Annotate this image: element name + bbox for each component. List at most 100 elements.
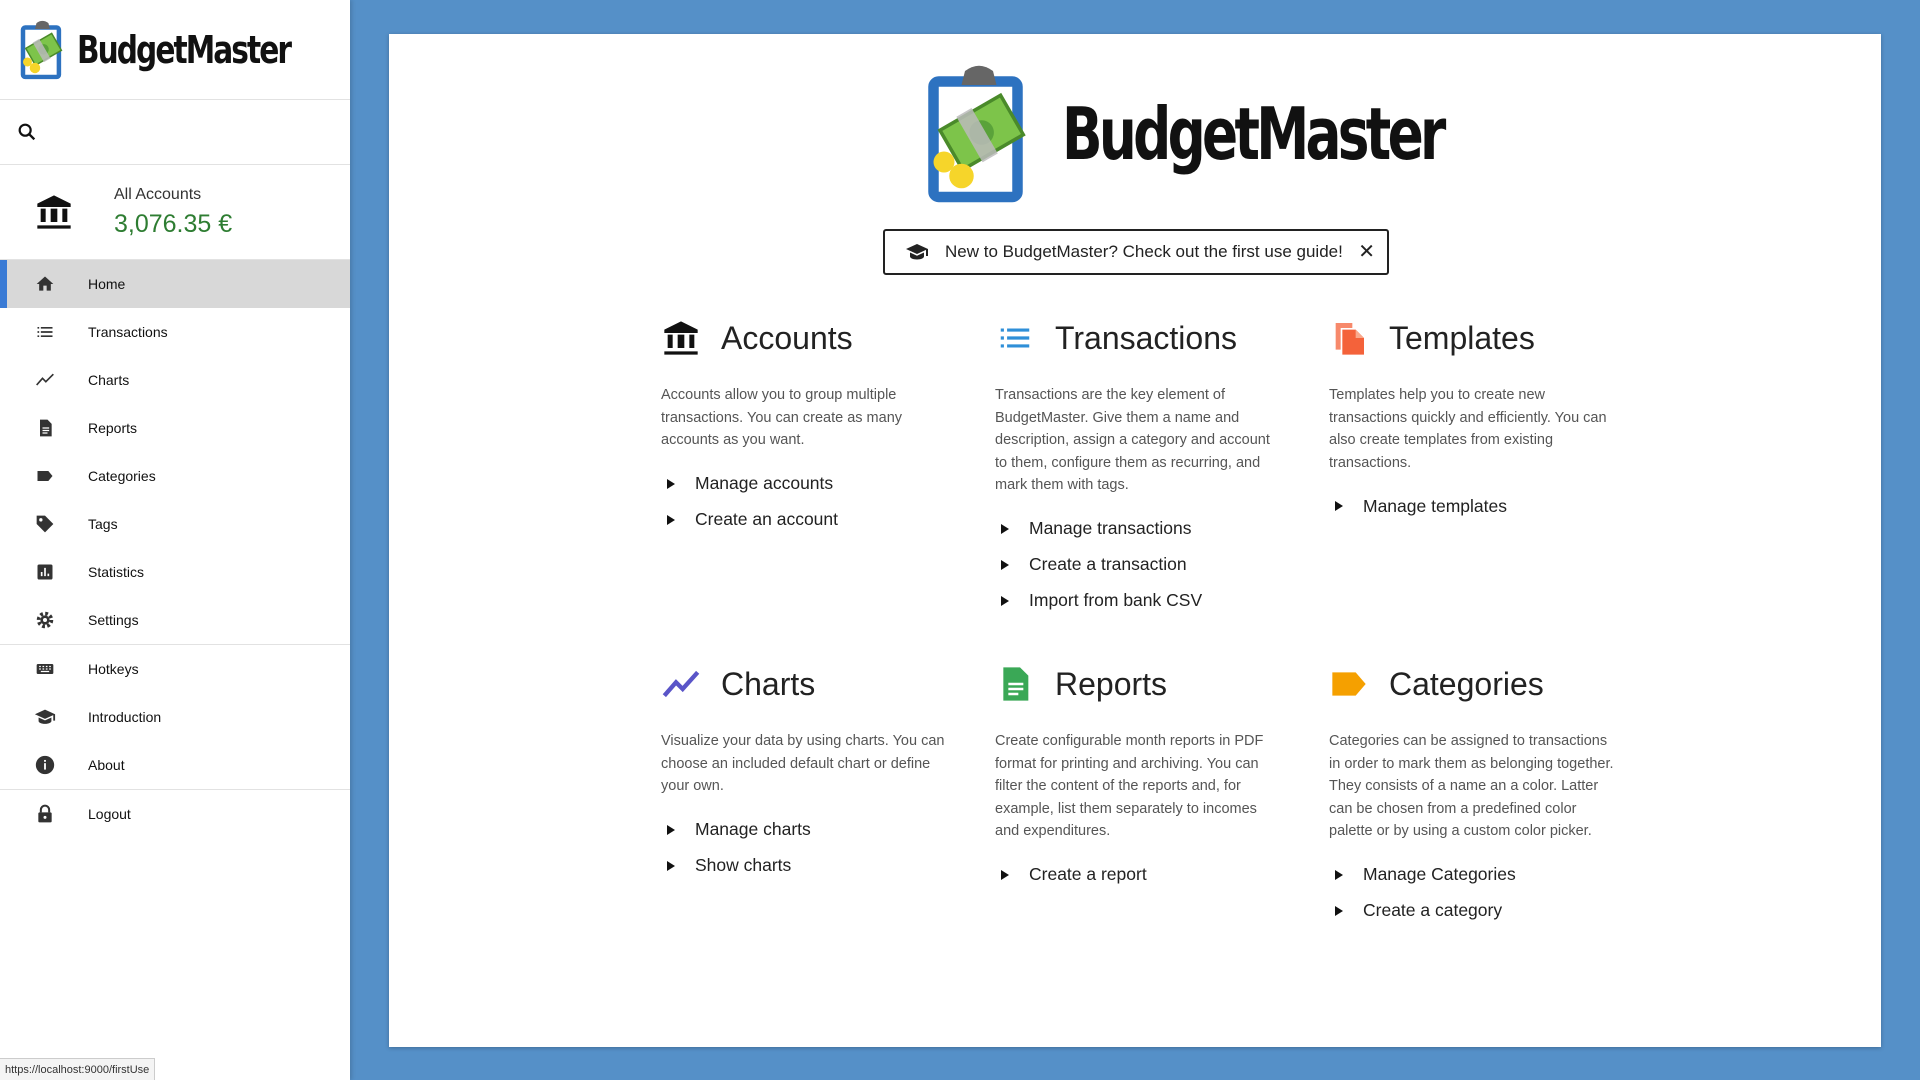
main-card: BudgetMaster New to BudgetMaster? Check … [389, 34, 1881, 1047]
feature-title: Charts [721, 665, 816, 702]
budgetmaster-logo-icon [20, 20, 63, 79]
triangle-right-icon [1001, 595, 1009, 606]
first-use-guide-banner[interactable]: New to BudgetMaster? Check out the first… [883, 229, 1389, 275]
sidebar-item-statistics[interactable]: Statistics [0, 548, 350, 596]
sidebar-item-reports[interactable]: Reports [0, 404, 350, 452]
sidebar-item-settings[interactable]: Settings [0, 596, 350, 644]
triangle-right-icon [1335, 905, 1343, 916]
manage-accounts-link[interactable]: Manage accounts [661, 466, 961, 502]
home-icon [34, 273, 56, 295]
sidebar-item-label: Logout [88, 806, 131, 822]
sidebar-item-label: Home [88, 276, 126, 292]
graduation-cap-icon [906, 244, 928, 260]
sidebar-item-tags[interactable]: Tags [0, 500, 350, 548]
label-icon [1329, 664, 1369, 704]
graduation-cap-icon [34, 706, 56, 728]
triangle-right-icon [1001, 523, 1009, 534]
feature-categories: Categories Categories can be assigned to… [1329, 660, 1629, 929]
app-wordmark: BudgetMaster [76, 27, 292, 72]
sidebar-item-about[interactable]: About [0, 741, 350, 789]
gear-icon [34, 609, 56, 631]
feature-title: Reports [1055, 665, 1168, 702]
close-icon[interactable]: ✕ [1358, 242, 1375, 262]
label-icon [34, 465, 56, 487]
keyboard-icon [34, 658, 56, 680]
triangle-right-icon [1001, 869, 1009, 880]
account-name: All Accounts [114, 185, 202, 203]
sidebar-item-label: Transactions [88, 324, 168, 340]
sidebar-item-categories[interactable]: Categories [0, 452, 350, 500]
feature-description: Transactions are the key element of Budg… [995, 387, 1270, 493]
sidebar-item-label: Categories [88, 468, 156, 484]
create-transaction-link[interactable]: Create a transaction [995, 547, 1295, 583]
feature-templates: Templates Templates help you to create n… [1329, 314, 1629, 524]
sidebar-item-label: Settings [88, 612, 139, 628]
sidebar-logo[interactable]: BudgetMaster [0, 0, 350, 100]
sidebar-nav: Home Transactions Charts Reports Categor… [0, 260, 350, 838]
triangle-right-icon [667, 478, 675, 489]
budgetmaster-logo-icon [928, 65, 1026, 203]
feature-description: Categories can be assigned to transactio… [1329, 733, 1614, 839]
manage-categories-link[interactable]: Manage Categories [1329, 857, 1629, 893]
feature-description: Accounts allow you to group multiple tra… [661, 387, 903, 448]
sidebar-item-label: Tags [88, 516, 118, 532]
triangle-right-icon [667, 824, 675, 835]
chart-line-icon [34, 369, 56, 391]
bank-icon [37, 195, 71, 229]
document-icon [34, 417, 56, 439]
hero-logo: BudgetMaster [924, 64, 1576, 204]
manage-transactions-link[interactable]: Manage transactions [995, 511, 1295, 547]
feature-transactions: Transactions Transactions are the key el… [995, 314, 1295, 619]
feature-title: Templates [1389, 319, 1535, 356]
feature-title: Transactions [1055, 319, 1237, 356]
triangle-right-icon [1001, 559, 1009, 570]
account-balance: 3,076.35 € [114, 209, 233, 238]
sidebar-item-introduction[interactable]: Introduction [0, 693, 350, 741]
triangle-right-icon [1335, 501, 1343, 511]
sidebar-item-label: Reports [88, 420, 138, 436]
bank-icon [661, 318, 701, 358]
search-icon[interactable] [16, 121, 38, 143]
sidebar: BudgetMaster All Accounts 3,076.35 € Hom… [0, 0, 350, 1080]
triangle-right-icon [667, 514, 675, 525]
triangle-right-icon [1335, 869, 1343, 880]
account-selector[interactable]: All Accounts 3,076.35 € [0, 165, 350, 260]
feature-description: Create configurable month reports in PDF… [995, 733, 1264, 839]
guide-banner-text[interactable]: New to BudgetMaster? Check out the first… [945, 242, 1343, 262]
chart-line-icon [661, 664, 701, 704]
feature-reports: Reports Create configurable month report… [995, 660, 1295, 893]
sidebar-item-home[interactable]: Home [0, 260, 350, 308]
sidebar-item-label: Hotkeys [88, 661, 139, 677]
create-report-link[interactable]: Create a report [995, 857, 1295, 893]
info-icon [34, 754, 56, 776]
feature-description: Visualize your data by using charts. You… [661, 733, 945, 794]
bar-chart-icon [34, 561, 56, 583]
file-copy-icon [1329, 318, 1369, 358]
hero-wordmark: BudgetMaster [1062, 92, 1446, 176]
sidebar-item-label: About [88, 757, 125, 773]
status-url: https://localhost:9000/firstUse [0, 1058, 156, 1080]
feature-title: Categories [1389, 665, 1544, 702]
import-bank-csv-link[interactable]: Import from bank CSV [995, 583, 1295, 619]
sidebar-item-charts[interactable]: Charts [0, 356, 350, 404]
list-icon [34, 321, 56, 343]
show-charts-link[interactable]: Show charts [661, 848, 961, 884]
search-row[interactable] [0, 100, 350, 165]
lock-icon [34, 803, 56, 825]
sidebar-item-label: Introduction [88, 709, 162, 725]
feature-title: Accounts [721, 319, 853, 356]
feature-accounts: Accounts Accounts allow you to group mul… [661, 314, 961, 538]
manage-templates-link[interactable]: Manage templates [1329, 488, 1629, 524]
document-icon [995, 664, 1035, 704]
sidebar-item-hotkeys[interactable]: Hotkeys [0, 645, 350, 693]
create-account-link[interactable]: Create an account [661, 502, 961, 538]
triangle-right-icon [667, 860, 675, 871]
feature-charts: Charts Visualize your data by using char… [661, 660, 961, 884]
create-category-link[interactable]: Create a category [1329, 893, 1629, 929]
manage-charts-link[interactable]: Manage charts [661, 812, 961, 848]
sidebar-item-logout[interactable]: Logout [0, 790, 350, 838]
list-icon [995, 318, 1035, 358]
sidebar-item-transactions[interactable]: Transactions [0, 308, 350, 356]
sidebar-item-label: Charts [88, 372, 130, 388]
feature-description: Templates help you to create new transac… [1329, 387, 1607, 471]
